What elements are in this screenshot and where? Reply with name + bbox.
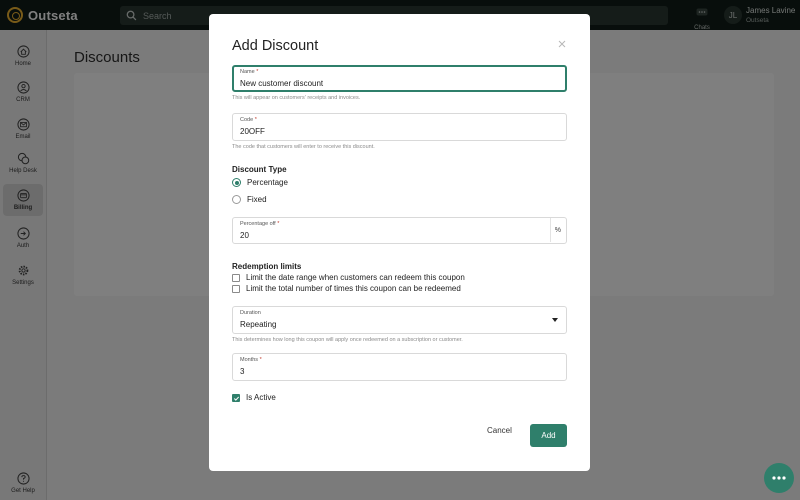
- radio-label: Percentage: [247, 178, 288, 187]
- duration-help-text: This determines how long this coupon wil…: [232, 337, 463, 343]
- checkbox[interactable]: [232, 284, 240, 293]
- modal-title: Add Discount: [232, 38, 319, 54]
- radio-button-checked[interactable]: [232, 178, 241, 187]
- checkmark-icon: [233, 396, 240, 401]
- caret-down-icon: [552, 318, 558, 322]
- code-field[interactable]: Code * 20OFF: [232, 113, 567, 141]
- redemption-limits-title: Redemption limits: [232, 262, 302, 271]
- chat-widget-button[interactable]: [764, 463, 794, 493]
- name-label-text: Name: [240, 69, 255, 75]
- radio-percentage[interactable]: Percentage: [232, 178, 288, 187]
- percentage-label-text: Percentage off: [240, 221, 276, 227]
- name-field-label: Name *: [240, 69, 258, 75]
- suffix-divider: [550, 218, 551, 242]
- percentage-off-field[interactable]: Percentage off * 20 %: [232, 217, 567, 244]
- limit-date-range-option[interactable]: Limit the date range when customers can …: [232, 273, 465, 282]
- percent-suffix: %: [554, 227, 561, 234]
- percentage-field-label: Percentage off *: [240, 221, 279, 227]
- months-field-label: Months *: [240, 357, 262, 363]
- required-marker: *: [277, 221, 280, 227]
- duration-label: Duration: [240, 310, 261, 316]
- required-marker: *: [259, 357, 262, 363]
- required-marker: *: [256, 69, 259, 75]
- code-label-text: Code: [240, 117, 254, 123]
- checkbox[interactable]: [232, 273, 240, 282]
- months-value[interactable]: 3: [240, 367, 244, 376]
- code-field-label: Code *: [240, 117, 257, 123]
- checkbox-label: Is Active: [246, 393, 276, 402]
- discount-type-title: Discount Type: [232, 165, 287, 174]
- ellipsis-icon: [772, 476, 786, 480]
- name-field[interactable]: Name * New customer discount: [232, 65, 567, 92]
- add-discount-modal: Add Discount Name * New customer discoun…: [209, 14, 590, 471]
- required-marker: *: [254, 117, 257, 123]
- limit-redemptions-option[interactable]: Limit the total number of times this cou…: [232, 284, 461, 293]
- months-field[interactable]: Months * 3: [232, 353, 567, 381]
- cancel-button[interactable]: Cancel: [487, 426, 512, 435]
- checkbox-label: Limit the date range when customers can …: [246, 273, 465, 282]
- code-value[interactable]: 20OFF: [240, 127, 265, 136]
- close-icon[interactable]: [558, 40, 566, 48]
- months-label-text: Months: [240, 357, 259, 363]
- radio-button[interactable]: [232, 195, 241, 204]
- is-active-option[interactable]: Is Active: [232, 393, 276, 402]
- percentage-value[interactable]: 20: [240, 231, 249, 240]
- add-button[interactable]: Add: [530, 424, 567, 447]
- code-help-text: The code that customers will enter to re…: [232, 144, 375, 150]
- radio-fixed[interactable]: Fixed: [232, 195, 267, 204]
- name-value[interactable]: New customer discount: [240, 79, 323, 88]
- duration-select[interactable]: Duration Repeating: [232, 306, 567, 334]
- name-help-text: This will appear on customers' receipts …: [232, 95, 361, 101]
- radio-label: Fixed: [247, 195, 267, 204]
- checkbox-label: Limit the total number of times this cou…: [246, 284, 461, 293]
- checkbox-checked[interactable]: [232, 393, 240, 402]
- duration-value[interactable]: Repeating: [240, 320, 276, 329]
